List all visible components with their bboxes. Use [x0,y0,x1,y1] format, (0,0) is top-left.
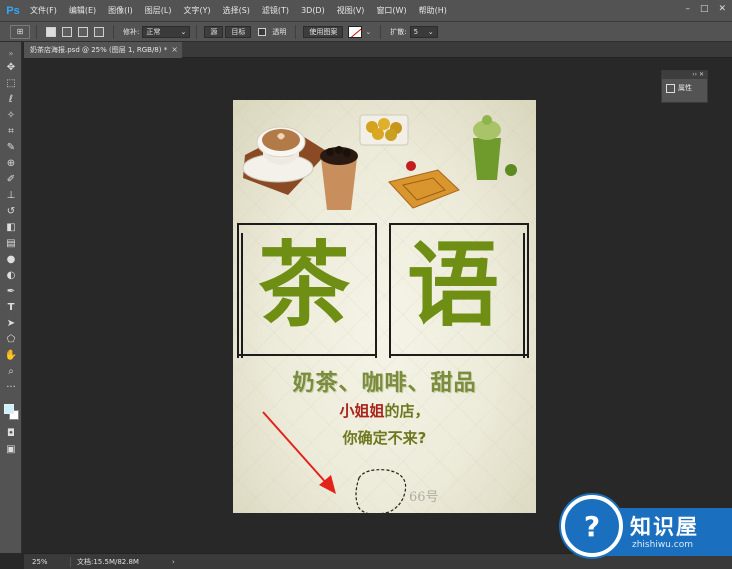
panel-header-icons[interactable]: ›› ✕ [662,71,707,79]
properties-icon [666,83,675,93]
menu-select[interactable]: 选择(S) [217,5,256,16]
more-icon[interactable]: ··· [3,380,19,394]
properties-panel: ›› ✕ 属性 [661,70,708,103]
zoom-level[interactable]: 25% [24,558,70,566]
window-controls: – □ ✕ [685,4,726,14]
patch-icon[interactable]: ⊕ [3,156,19,170]
properties-tab[interactable]: 属性 [662,79,707,97]
move-icon[interactable]: ✥ [3,60,19,74]
screen-mode-icon[interactable]: ▣ [3,442,19,456]
menu-view[interactable]: 视图(V) [331,5,371,16]
transparent-checkbox[interactable] [258,27,267,36]
quick-mask-icon[interactable]: ◘ [3,426,19,440]
poster-mark-text: 66号 [409,490,439,505]
separator [196,24,198,39]
options-bar: ⊞ 修补: 正常 ⌄ 源 目标 透明 使用图案 ⌄ 扩散: 5 ⌄ [0,22,732,42]
crop-icon[interactable]: ⌗ [3,124,19,138]
gradient-icon[interactable]: ▤ [3,236,19,250]
shape-icon[interactable]: ⬠ [3,332,19,346]
menu-3d[interactable]: 3D(D) [295,6,331,15]
collapse-panel-icon[interactable]: » [3,46,19,60]
minimize-button[interactable]: – [685,4,690,14]
eyedropper-icon[interactable]: ✎ [3,140,19,154]
path-select-icon[interactable]: ➤ [3,316,19,330]
lasso-icon[interactable]: ℓ [3,92,19,106]
subtract-selection-icon[interactable] [78,26,88,37]
menu-file[interactable]: 文件(F) [24,5,63,16]
menu-edit[interactable]: 编辑(E) [63,5,102,16]
maximize-button[interactable]: □ [700,4,709,14]
patch-label: 修补: [123,27,140,36]
type-icon[interactable]: T [3,300,19,314]
separator [36,24,37,39]
patch-tool-preset-icon[interactable]: ⊞ [10,24,30,39]
menu-filter[interactable]: 滤镜(T) [256,5,295,16]
history-brush-icon[interactable]: ↺ [3,204,19,218]
watermark-url: zhishiwu.com [632,540,693,550]
separator [113,24,114,39]
menu-layer[interactable]: 图层(L) [139,5,178,16]
menu-window[interactable]: 窗口(W) [370,5,412,16]
diffusion-label: 扩散: [390,27,407,36]
magic-wand-icon[interactable]: ✧ [3,108,19,122]
menu-type[interactable]: 文字(Y) [177,5,216,16]
document-tab-title: 奶茶店海报.psd @ 25% (图层 1, RGB/8) * [30,46,168,54]
chevron-down-icon[interactable]: ⌄ [365,28,371,36]
use-pattern-button[interactable]: 使用图案 [303,25,344,38]
diffusion-select[interactable]: 5 ⌄ [409,25,438,38]
stamp-icon[interactable]: ⊥ [3,188,19,202]
status-menu-arrow-icon[interactable]: › [172,558,175,566]
pattern-swatch-icon[interactable] [348,25,363,38]
source-button[interactable]: 源 [204,25,224,38]
annotation-overlay [262,411,407,513]
brush-icon[interactable]: ✐ [3,172,19,186]
marquee-icon[interactable]: ⬚ [3,76,19,90]
close-icon[interactable]: × [171,45,178,54]
separator [295,24,297,39]
hand-icon[interactable]: ✋ [3,348,19,362]
target-button[interactable]: 目标 [225,25,252,38]
eraser-icon[interactable]: ◧ [3,220,19,234]
close-button[interactable]: ✕ [718,4,726,14]
separator [380,24,382,39]
blur-icon[interactable]: ● [3,252,19,266]
photoshop-window: Ps 文件(F) 编辑(E) 图像(I) 图层(L) 文字(Y) 选择(S) 滤… [0,0,732,569]
patch-mode-select[interactable]: 正常 ⌄ [142,25,191,38]
intersect-selection-icon[interactable] [94,26,104,37]
add-selection-icon[interactable] [62,26,72,37]
patch-mode-value: 正常 [146,27,161,36]
watermark-question-icon: ? [561,495,623,557]
dodge-icon[interactable]: ◐ [3,268,19,282]
document-tab[interactable]: 奶茶店海报.psd @ 25% (图层 1, RGB/8) * × [24,42,182,58]
pen-icon[interactable]: ✒ [3,284,19,298]
transparent-label: 透明 [272,27,287,36]
chevron-down-icon: ⌄ [427,27,434,36]
diffusion-value: 5 [413,27,419,36]
properties-label: 属性 [678,84,692,92]
patch-selection-marquee[interactable] [355,469,407,513]
red-arrow-shaft [262,411,329,486]
chevron-down-icon: ⌄ [180,27,187,36]
photoshop-logo: Ps [6,4,20,17]
menu-bar: Ps 文件(F) 编辑(E) 图像(I) 图层(L) 文字(Y) 选择(S) 滤… [0,0,732,22]
document-size: 文档:15.5M/82.8M [70,556,166,567]
document-tab-bar: 奶茶店海报.psd @ 25% (图层 1, RGB/8) * × [24,42,732,58]
new-selection-icon[interactable] [46,26,56,37]
menu-help[interactable]: 帮助(H) [413,5,453,16]
menu-image[interactable]: 图像(I) [102,5,139,16]
tools-panel: » ✥ ⬚ ℓ ✧ ⌗ ✎ ⊕ ✐ ⊥ ↺ ◧ ▤ ● ◐ ✒ T ➤ ⬠ ✋ … [0,42,22,553]
poster-canvas[interactable]: 茶 语 奶茶、咖啡、甜品 小姐姐的店， 你确定不来? 66号 [233,100,536,513]
watermark-title: 知识屋 [630,515,699,539]
foreground-color-swatch[interactable] [4,404,14,414]
zoom-icon[interactable]: ⌕ [3,364,19,378]
